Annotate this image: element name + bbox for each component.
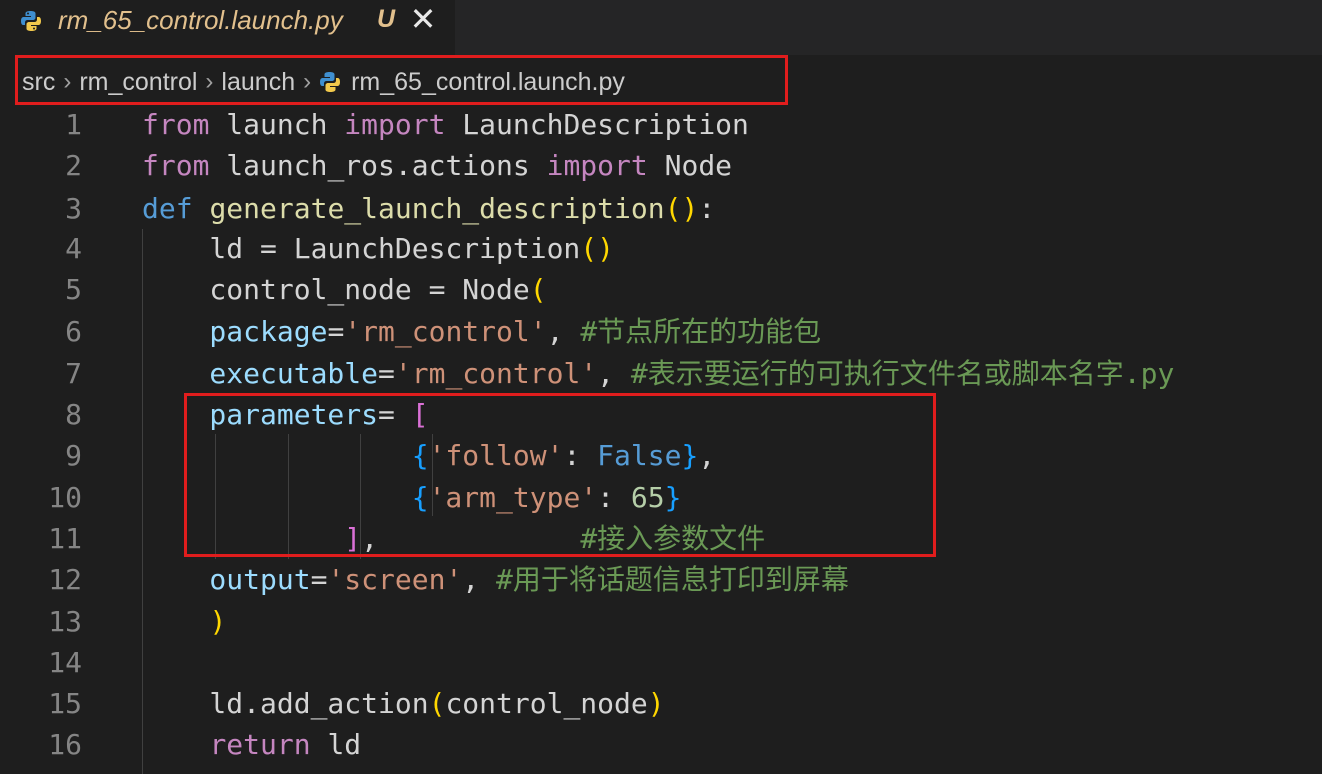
code-line[interactable]: 13 ) [0,601,1322,642]
code-token: generate_launch_description [209,192,665,225]
code-token: LaunchDescription [445,108,749,141]
code-token: ld [310,728,362,761]
line-number: 9 [65,439,82,472]
line-number: 11 [48,522,82,555]
parameters-highlight-box [184,393,936,557]
code-token: import [546,149,648,182]
breadcrumb-highlight-box [15,55,788,105]
code-text: from launch_ros.actions import Node [142,145,732,186]
code-token: #用于将话题信息打印到屏幕 [496,563,849,596]
line-number: 8 [65,398,82,431]
code-text: return ld [142,724,361,765]
code-token: = [310,563,328,596]
line-number: 15 [48,687,82,720]
tab-filename: rm_65_control.launch.py [58,5,343,35]
editor-tab[interactable]: rm_65_control.launch.py U ✕ [0,0,455,55]
code-text: from launch import LaunchDescription [142,104,749,145]
code-line[interactable]: 7 executable='rm_control', #表示要运行的可执行文件名… [0,353,1322,394]
line-number: 16 [48,728,82,761]
code-token: from [142,108,210,141]
code-token: = [327,315,345,348]
code-token: Node [647,149,733,182]
code-token: control_node [445,687,648,720]
line-number: 4 [65,232,82,265]
code-token: () [664,192,699,225]
code-text: package='rm_control', #节点所在的功能包 [142,311,821,352]
python-icon [21,11,41,31]
code-line[interactable]: 15 ld.add_action(control_node) [0,683,1322,724]
code-token: () [580,232,615,265]
code-text: executable='rm_control', #表示要运行的可执行文件名或脚… [142,353,1174,394]
close-icon[interactable]: ✕ [407,1,439,37]
code-line[interactable]: 12 output='screen', #用于将话题信息打印到屏幕 [0,559,1322,600]
line-number: 7 [65,357,82,390]
line-number: 13 [48,605,82,638]
code-token: , [462,563,497,596]
line-number: 14 [48,646,82,679]
code-token: def [142,192,193,225]
code-text: ) [142,601,226,642]
line-number: 5 [65,273,82,306]
line-number: 3 [65,192,82,225]
code-line[interactable]: 1 from launch import LaunchDescription [0,104,1322,145]
code-text: control_node = Node( [142,269,547,310]
code-token: from [142,149,210,182]
code-token: ld.add_action [142,687,429,720]
code-token: return [209,728,311,761]
code-token: ld = LaunchDescription [142,232,581,265]
code-text: ld = LaunchDescription() [142,228,614,269]
code-token: 'rm_control' [344,315,547,348]
code-line[interactable]: 4 ld = LaunchDescription() [0,228,1322,269]
code-line[interactable]: 6 package='rm_control', #节点所在的功能包 [0,311,1322,352]
code-token: #节点所在的功能包 [580,315,822,348]
code-token: , [546,315,581,348]
line-number: 6 [65,315,82,348]
code-token: launch_ros.actions [209,149,547,182]
code-token: ( [529,273,547,306]
code-token: ) [647,687,665,720]
code-line[interactable]: 3 def generate_launch_description(): [0,188,1322,229]
code-line[interactable]: 5 control_node = Node( [0,269,1322,310]
code-token: : [698,192,716,225]
line-number: 12 [48,563,82,596]
line-number: 2 [65,149,82,182]
code-token: package [142,315,328,348]
code-token: output [142,563,311,596]
code-line[interactable]: 16 return ld [0,724,1322,765]
line-number: 1 [65,108,82,141]
tab-bar: rm_65_control.launch.py U ✕ [0,0,1322,55]
code-token: 'screen' [327,563,463,596]
code-token: launch [209,108,345,141]
code-token: ( [428,687,446,720]
line-number: 10 [48,481,82,514]
code-token: 'rm_control' [394,357,598,390]
code-text: def generate_launch_description(): [142,188,715,229]
code-token: ) [209,605,227,638]
code-line[interactable]: 14 [0,642,1322,683]
code-token: executable [142,357,379,390]
code-token: = [378,357,395,390]
code-text: output='screen', #用于将话题信息打印到屏幕 [142,559,849,600]
code-text: ld.add_action(control_node) [142,683,665,724]
code-token: control_node = Node [142,273,530,306]
code-line[interactable]: 2 from launch_ros.actions import Node [0,145,1322,186]
code-token: , [597,357,631,390]
git-status-badge: U [377,5,396,33]
code-token: import [344,108,446,141]
code-token: #表示要运行的可执行文件名或脚本名字.py [630,357,1175,390]
